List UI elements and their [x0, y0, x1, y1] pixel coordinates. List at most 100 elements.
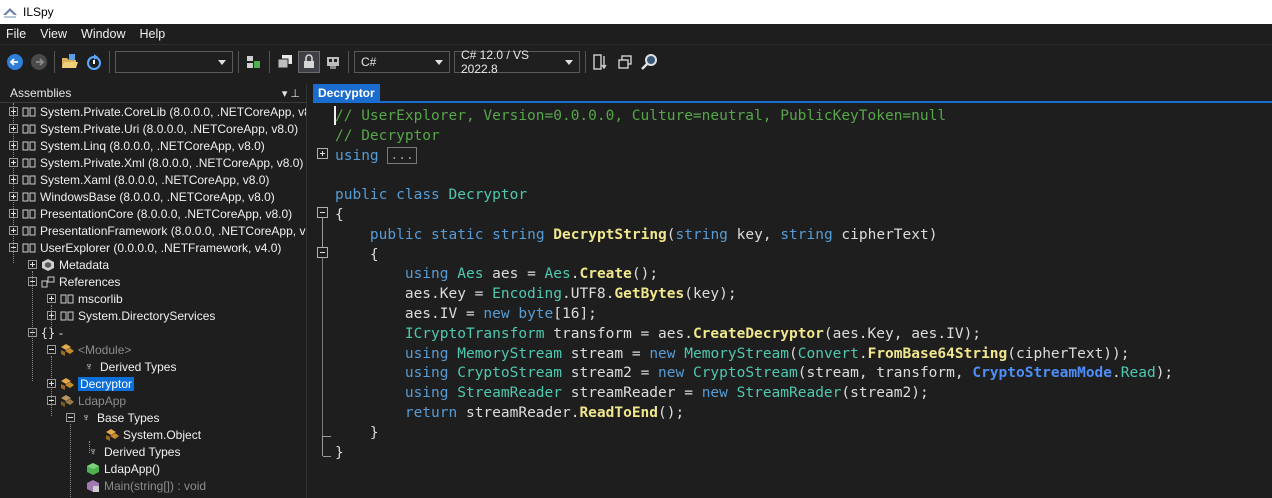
expand-icon[interactable]	[9, 124, 18, 133]
class-icon	[59, 394, 75, 408]
collapse-icon[interactable]	[28, 277, 37, 286]
tree-item-assembly[interactable]: PresentationFramework (8.0.0.0, .NETCore…	[0, 222, 306, 239]
collapse-icon[interactable]	[9, 243, 18, 252]
show-private-button[interactable]	[298, 51, 320, 73]
tree-item-assembly[interactable]: System.Private.CoreLib (8.0.0.0, .NETCor…	[0, 103, 306, 120]
tree-item-system-object[interactable]: System.Object	[0, 426, 306, 443]
menu-help[interactable]: Help	[134, 27, 174, 41]
panel-splitter[interactable]	[306, 84, 313, 498]
collapse-icon[interactable]	[47, 345, 56, 354]
code-token: new	[649, 345, 676, 362]
tree-item-derived-types[interactable]: ♆ Derived Types	[0, 358, 306, 375]
tree-item-metadata[interactable]: Metadata	[0, 256, 306, 273]
tree-item-label: -	[59, 325, 63, 340]
tree-item-decryptor[interactable]: Decryptor	[0, 375, 306, 392]
chevron-down-icon	[565, 59, 573, 65]
code-line: return streamReader.ReadToEnd();	[335, 404, 1173, 424]
language-combo[interactable]: C#	[354, 51, 450, 73]
show-internal-button[interactable]	[274, 51, 296, 73]
expand-icon[interactable]	[9, 175, 18, 184]
tree-item-label: UserExplorer (0.0.0.0, .NETFramework, v4…	[40, 240, 282, 255]
tree-item-derived-types[interactable]: ♆ Derived Types	[0, 443, 306, 460]
reload-button[interactable]	[83, 51, 105, 73]
assembly-list-combo[interactable]	[115, 51, 233, 73]
tree-item-reference-mscorlib[interactable]: mscorlib	[0, 290, 306, 307]
collapse-icon[interactable]	[66, 413, 75, 422]
tree-item-label: <Module>	[78, 342, 132, 357]
code-line: using CryptoStream stream2 = new CryptoS…	[335, 364, 1173, 384]
tree-item-assembly[interactable]: System.Xaml (8.0.0.0, .NETCoreApp, v8.0)	[0, 171, 306, 188]
forward-button[interactable]	[28, 51, 50, 73]
expand-icon[interactable]	[9, 192, 18, 201]
tree-item-references[interactable]: References	[0, 273, 306, 290]
collapse-all-button[interactable]	[614, 51, 636, 73]
panel-pin-icon[interactable]: ▾ ⊥	[282, 87, 300, 100]
code-token: Read	[1120, 365, 1156, 382]
tree-item-assembly[interactable]: System.Linq (8.0.0.0, .NETCoreApp, v8.0)	[0, 137, 306, 154]
tree-item-namespace[interactable]: {} -	[0, 324, 306, 341]
tree-item-assembly[interactable]: System.Private.Uri (8.0.0.0, .NETCoreApp…	[0, 120, 306, 137]
code-token: (stream, transform,	[797, 365, 973, 382]
code-editor[interactable]: // UserExplorer, Version=0.0.0.0, Cultur…	[313, 103, 1272, 498]
expand-icon[interactable]	[9, 141, 18, 150]
code-token: static	[431, 226, 484, 243]
tree-item-label: Decryptor	[78, 376, 135, 391]
assembly-icon	[21, 156, 37, 170]
back-button[interactable]	[4, 51, 26, 73]
class-icon	[104, 428, 120, 442]
window-title: ILSpy	[23, 5, 54, 19]
code-token: CryptoStream	[457, 365, 562, 382]
search-button[interactable]	[638, 51, 660, 73]
class-icon	[59, 377, 75, 391]
collapsed-usings-button[interactable]: ...	[387, 147, 417, 165]
tree-item-ldapapp[interactable]: LdapApp	[0, 392, 306, 409]
code-token: [16];	[553, 305, 597, 322]
open-button[interactable]	[59, 51, 81, 73]
tree-item-label: System.Private.Uri (8.0.0.0, .NETCoreApp…	[40, 121, 299, 136]
tree-item-base-types[interactable]: ♆ Base Types	[0, 409, 306, 426]
tree-item-label: PresentationFramework (8.0.0.0, .NETCore…	[40, 223, 306, 238]
expand-icon[interactable]	[28, 260, 37, 269]
fold-collapse-icon[interactable]	[317, 207, 328, 218]
tree-item-assembly-userexplorer[interactable]: UserExplorer (0.0.0.0, .NETFramework, v4…	[0, 239, 306, 256]
tree-item-main-method[interactable]: Main(string[]) : void	[0, 477, 306, 494]
assembly-icon	[21, 224, 37, 238]
code-token: (	[666, 226, 676, 243]
code-token: MemoryStream	[684, 345, 790, 362]
expand-icon[interactable]	[9, 107, 18, 116]
sort-button[interactable]	[590, 51, 612, 73]
expand-icon[interactable]	[9, 209, 18, 218]
code-token: GetBytes	[614, 286, 685, 303]
manage-assemblies-button[interactable]	[243, 51, 265, 73]
tree-item-assembly[interactable]: System.Private.Xml (8.0.0.0, .NETCoreApp…	[0, 154, 306, 171]
assembly-icon	[21, 105, 37, 119]
menu-view[interactable]: View	[34, 27, 75, 41]
tree-item-reference-directoryservices[interactable]: System.DirectoryServices	[0, 307, 306, 324]
menu-window[interactable]: Window	[75, 27, 133, 41]
tree-item-label: System.Xaml (8.0.0.0, .NETCoreApp, v8.0)	[40, 172, 270, 187]
collapse-icon[interactable]	[47, 396, 56, 405]
language-version-combo[interactable]: C# 12.0 / VS 2022.8	[454, 48, 580, 76]
tree-item-assembly[interactable]: PresentationCore (8.0.0.0, .NETCoreApp, …	[0, 205, 306, 222]
show-compiler-generated-button[interactable]	[322, 51, 344, 73]
expand-icon[interactable]	[47, 294, 56, 303]
fold-expand-icon[interactable]	[317, 148, 328, 159]
tree-item-assembly[interactable]: WindowsBase (8.0.0.0, .NETCoreApp, v8.0)	[0, 188, 306, 205]
expand-icon[interactable]	[47, 379, 56, 388]
fold-collapse-icon[interactable]	[317, 247, 328, 258]
expand-icon[interactable]	[9, 158, 18, 167]
expand-icon[interactable]	[47, 311, 56, 320]
expand-icon[interactable]	[9, 226, 18, 235]
assembly-icon	[59, 292, 75, 306]
panel-controls: ▾ ⊥	[282, 87, 300, 100]
tree-item-constructor[interactable]: LdapApp()	[0, 460, 306, 477]
tree-item-module[interactable]: <Module>	[0, 341, 306, 358]
collapse-icon[interactable]	[28, 328, 37, 337]
tab-decryptor[interactable]: Decryptor	[313, 84, 380, 102]
menu-file[interactable]: File	[0, 27, 34, 41]
code-line: aes.Key = Encoding.UTF8.GetBytes(key);	[335, 285, 1173, 305]
